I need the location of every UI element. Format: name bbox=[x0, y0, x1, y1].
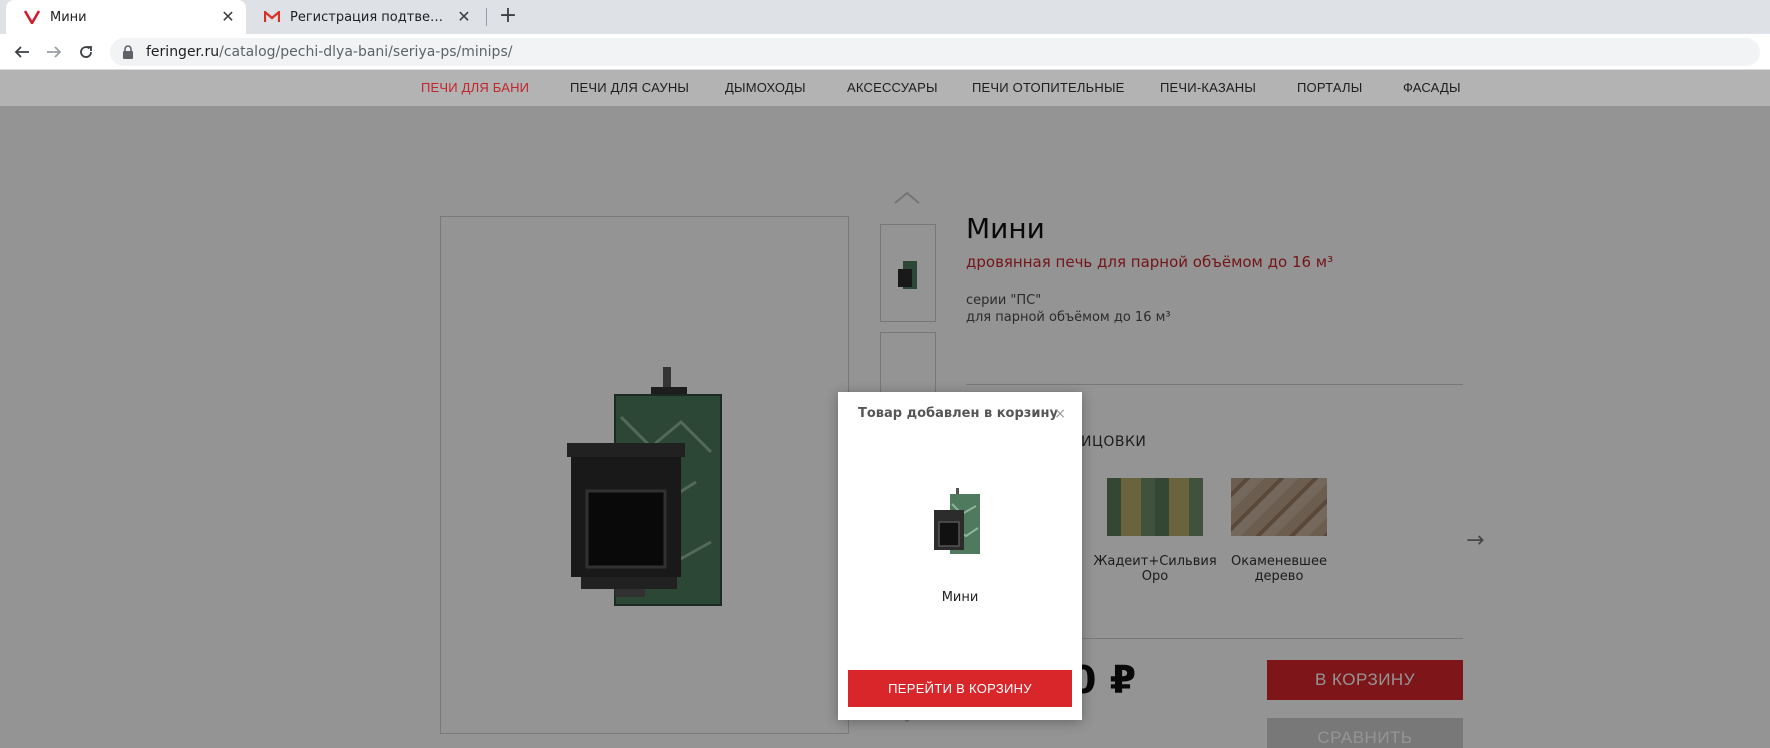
nav-item-pechi-dlya-bani[interactable]: ПЕЧИ ДЛЯ БАНИ bbox=[421, 70, 529, 106]
vivaldi-v-icon bbox=[24, 9, 40, 25]
new-tab-plus-icon[interactable]: + bbox=[496, 5, 520, 29]
go-to-cart-button[interactable]: ПЕРЕЙТИ В КОРЗИНУ bbox=[848, 670, 1072, 707]
nav-item-pechi-kazany[interactable]: ПЕЧИ-КАЗАНЫ bbox=[1160, 70, 1256, 106]
gmail-m-icon bbox=[264, 9, 280, 25]
web-page: ПЕЧИ ДЛЯ БАНИ ПЕЧИ ДЛЯ САУНЫ ДЫМОХОДЫ АК… bbox=[0, 70, 1770, 748]
close-icon[interactable]: ✕ bbox=[456, 9, 472, 25]
site-main-nav: ПЕЧИ ДЛЯ БАНИ ПЕЧИ ДЛЯ САУНЫ ДЫМОХОДЫ АК… bbox=[0, 70, 1770, 106]
lock-icon bbox=[122, 45, 136, 59]
forward-arrow-icon[interactable] bbox=[42, 40, 66, 64]
nav-item-pechi-otopitelnye[interactable]: ПЕЧИ ОТОПИТЕЛЬНЫЕ bbox=[972, 70, 1125, 106]
browser-tab-bar: Мини ✕ Регистрация подтверждена - an ✕ + bbox=[0, 0, 1770, 34]
nav-item-portaly[interactable]: ПОРТАЛЫ bbox=[1297, 70, 1362, 106]
tab-title: Мини bbox=[50, 9, 87, 25]
close-icon[interactable]: ✕ bbox=[220, 9, 236, 25]
back-arrow-icon[interactable] bbox=[10, 40, 34, 64]
modal-title: Товар добавлен в корзину bbox=[858, 406, 1058, 421]
browser-toolbar: feringer.ru/catalog/pechi-dlya-bani/seri… bbox=[0, 34, 1770, 70]
url-path: /catalog/pechi-dlya-bani/seriya-ps/minip… bbox=[219, 44, 513, 60]
tab-title: Регистрация подтверждена - an bbox=[290, 9, 448, 25]
reload-icon[interactable] bbox=[74, 40, 98, 64]
tab-separator bbox=[486, 8, 487, 26]
tab-active[interactable]: Мини ✕ bbox=[6, 0, 246, 34]
nav-item-pechi-dlya-sauny[interactable]: ПЕЧИ ДЛЯ САУНЫ bbox=[570, 70, 689, 106]
tab-gmail[interactable]: Регистрация подтверждена - an ✕ bbox=[246, 0, 482, 34]
nav-item-aksessuary[interactable]: АКСЕССУАРЫ bbox=[847, 70, 938, 106]
nav-item-dymokhody[interactable]: ДЫМОХОДЫ bbox=[725, 70, 806, 106]
modal-product-name: Мини bbox=[941, 590, 979, 605]
address-bar[interactable]: feringer.ru/catalog/pechi-dlya-bani/seri… bbox=[110, 38, 1760, 66]
close-icon[interactable]: × bbox=[1054, 406, 1066, 422]
url-host: feringer.ru bbox=[146, 44, 220, 60]
nav-item-fasady[interactable]: ФАСАДЫ bbox=[1403, 70, 1461, 106]
added-to-cart-modal: Товар добавлен в корзину × Мини ПЕРЕЙТИ … bbox=[838, 392, 1082, 720]
modal-product-image bbox=[930, 486, 986, 558]
